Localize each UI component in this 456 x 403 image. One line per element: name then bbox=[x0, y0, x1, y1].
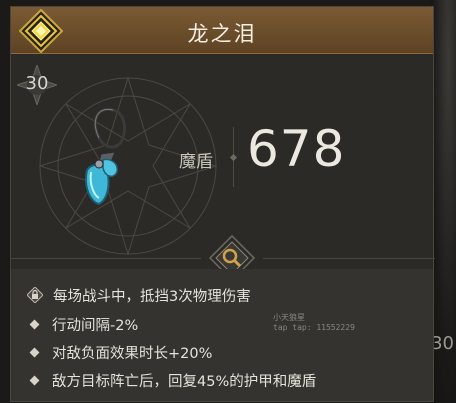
watermark-id: tap tap: 11552229 bbox=[273, 323, 355, 332]
effect-text: 敌方目标阵亡后，回复45%的护甲和魔盾 bbox=[52, 373, 317, 390]
teardrop-pendant-icon bbox=[85, 107, 127, 206]
effect-item: 行动间隔-2% bbox=[27, 313, 138, 335]
diamond-bullet-icon bbox=[29, 319, 40, 329]
item-name: 龙之泪 bbox=[187, 22, 257, 46]
diamond-bullet-icon bbox=[29, 347, 40, 357]
item-tooltip-card: 龙之泪 30 魔盾 678 每场战斗中，抵挡3次物理伤害 行动间隔-2% 对敌负… bbox=[10, 6, 435, 402]
effect-text: 每场战斗中，抵挡3次物理伤害 bbox=[53, 288, 251, 305]
effects-panel: 每场战斗中，抵挡3次物理伤害 行动间隔-2% 对敌负面效果时长+20% 敌方目标… bbox=[11, 269, 433, 401]
effect-text: 行动间隔-2% bbox=[52, 317, 139, 334]
stat-label: 魔盾 bbox=[179, 152, 213, 172]
stat-divider-dot bbox=[229, 153, 238, 162]
effect-text: 对敌负面效果时长+20% bbox=[52, 345, 213, 362]
lock-icon bbox=[27, 287, 43, 303]
divider-right bbox=[263, 258, 435, 259]
effect-item: 对敌负面效果时长+20% bbox=[27, 341, 212, 363]
effect-item: 每场战斗中，抵挡3次物理伤害 bbox=[27, 284, 251, 306]
divider-left bbox=[11, 258, 201, 259]
background-level-number: 30 bbox=[431, 333, 454, 354]
gold-diamond-icon bbox=[19, 9, 63, 53]
stat-value: 678 bbox=[247, 120, 346, 178]
effect-item: 敌方目标阵亡后，回复45%的护甲和魔盾 bbox=[27, 369, 316, 391]
watermark: 小天狼星 tap tap: 11552229 bbox=[273, 313, 355, 333]
watermark-name: 小天狼星 bbox=[273, 313, 305, 322]
diamond-bullet-icon bbox=[29, 375, 40, 385]
title-bar: 龙之泪 bbox=[11, 7, 433, 54]
